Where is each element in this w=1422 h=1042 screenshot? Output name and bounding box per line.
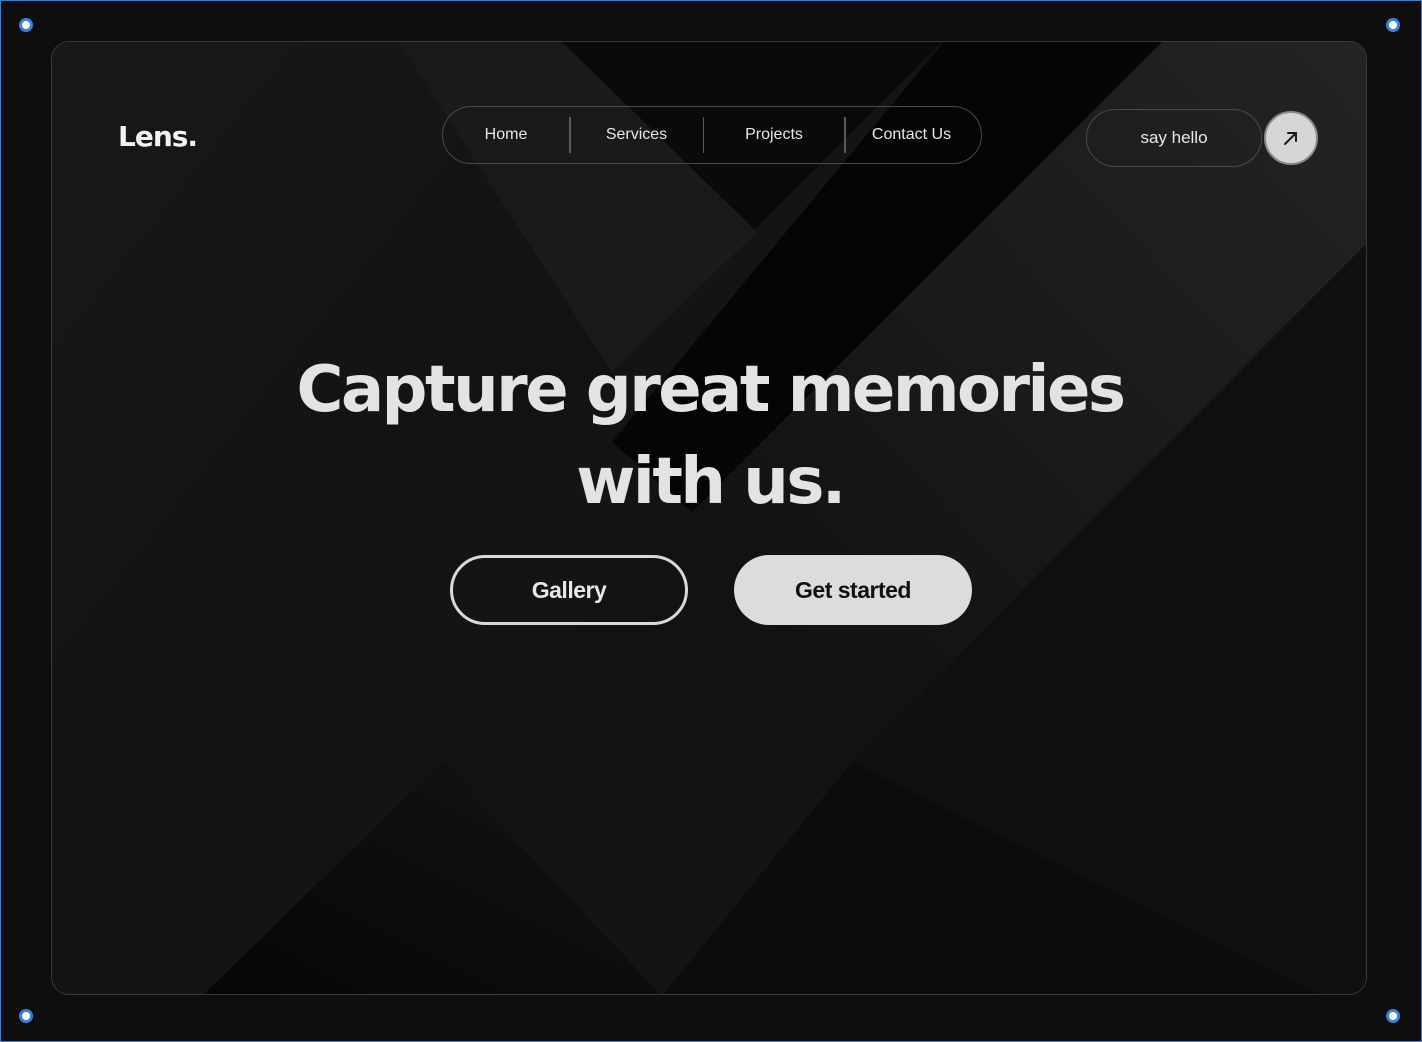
- canvas-frame: Lens. Home Services Projects Contact Us …: [0, 0, 1422, 1042]
- say-hello-button[interactable]: say hello: [1086, 109, 1262, 167]
- nav-item-services[interactable]: Services: [571, 126, 703, 144]
- say-hello-arrow-button[interactable]: [1264, 111, 1318, 165]
- hero-headline-line-2: with us.: [576, 445, 846, 519]
- nav-item-home[interactable]: Home: [443, 126, 569, 144]
- nav-item-contact-us[interactable]: Contact Us: [846, 126, 978, 144]
- resize-handle-top-left[interactable]: [19, 18, 33, 32]
- hero-headline: Capture great memories with us.: [52, 344, 1366, 528]
- main-nav: Home Services Projects Contact Us: [442, 106, 982, 164]
- resize-handle-bottom-left[interactable]: [19, 1009, 33, 1023]
- resize-handle-bottom-right[interactable]: [1386, 1009, 1400, 1023]
- resize-handle-top-right[interactable]: [1386, 18, 1400, 32]
- get-started-button[interactable]: Get started: [734, 555, 972, 625]
- hero-headline-line-1: Capture great memories: [296, 353, 1126, 427]
- arrow-up-right-icon: [1284, 132, 1297, 145]
- brand-logo[interactable]: Lens.: [118, 120, 198, 153]
- hero-card: Lens. Home Services Projects Contact Us …: [51, 41, 1367, 995]
- gallery-button[interactable]: Gallery: [450, 555, 688, 625]
- nav-item-projects[interactable]: Projects: [704, 126, 844, 144]
